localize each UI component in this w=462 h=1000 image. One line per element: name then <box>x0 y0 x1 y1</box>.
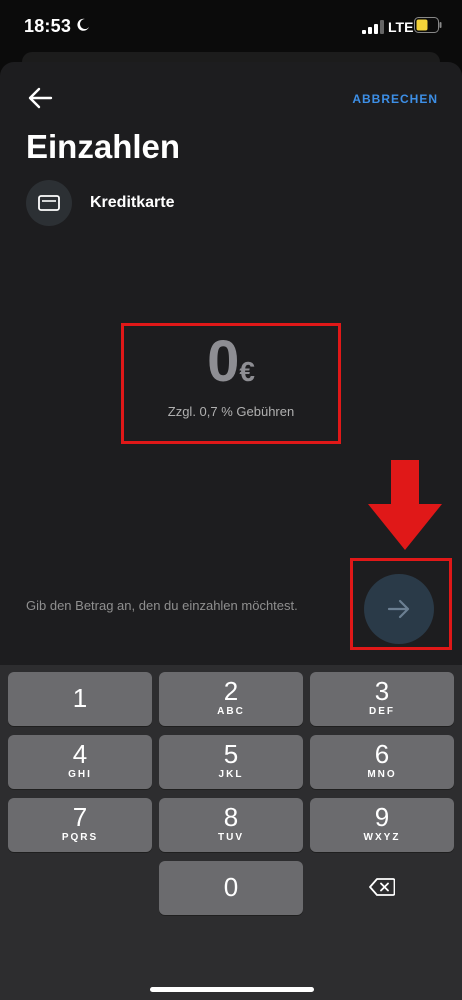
key-digit: 0 <box>223 872 239 902</box>
amount-value: 0 <box>207 329 240 394</box>
deposit-sheet: ABBRECHEN Einzahlen Kreditkarte 0€ Zzgl.… <box>0 62 462 1000</box>
key-9[interactable]: 9 WXYZ <box>310 798 454 852</box>
key-letters: JKL <box>218 769 244 780</box>
key-letters: WXYZ <box>363 832 401 843</box>
page-title: Einzahlen <box>26 128 181 165</box>
key-digit: 2 <box>223 676 239 706</box>
backspace-icon <box>369 878 395 896</box>
cancel-button[interactable]: ABBRECHEN <box>352 92 438 106</box>
amount-currency: € <box>239 356 255 387</box>
key-digit: 1 <box>72 683 88 713</box>
key-letters: GHI <box>68 769 92 780</box>
key-digit: 4 <box>72 739 88 769</box>
home-indicator <box>150 987 314 992</box>
red-arrow-annotation <box>368 460 442 550</box>
key-digit: 5 <box>223 739 239 769</box>
key-digit: 8 <box>223 802 239 832</box>
key-letters: TUV <box>218 832 244 843</box>
key-3[interactable]: 3 DEF <box>310 672 454 726</box>
key-digit: 3 <box>374 676 390 706</box>
status-bar: 18:53 LTE <box>0 0 462 56</box>
key-digit: 7 <box>72 802 88 832</box>
next-button[interactable] <box>364 574 434 644</box>
signal-icon <box>362 20 384 34</box>
key-7[interactable]: 7 PQRS <box>8 798 152 852</box>
moon-icon <box>77 18 89 31</box>
key-4[interactable]: 4 GHI <box>8 735 152 789</box>
key-6[interactable]: 6 MNO <box>310 735 454 789</box>
battery-icon <box>414 17 442 33</box>
credit-card-icon <box>38 195 60 211</box>
fee-note: Zzgl. 0,7 % Gebühren <box>167 404 295 419</box>
delete-key[interactable] <box>310 860 454 914</box>
key-letters: ABC <box>217 706 245 717</box>
payment-method-icon-wrap[interactable] <box>26 180 72 226</box>
key-digit: 6 <box>374 739 390 769</box>
network-label: LTE <box>388 19 414 35</box>
status-time: 18:53 <box>24 16 72 36</box>
key-1[interactable]: 1 <box>8 672 152 726</box>
key-5[interactable]: 5 JKL <box>159 735 303 789</box>
key-digit: 9 <box>374 802 390 832</box>
key-2[interactable]: 2 ABC <box>159 672 303 726</box>
back-arrow-icon[interactable] <box>26 84 54 112</box>
key-letters: MNO <box>367 769 397 780</box>
key-0[interactable]: 0 <box>159 861 303 915</box>
key-letters: PQRS <box>61 832 99 843</box>
arrow-right-icon <box>387 599 410 619</box>
key-letters: DEF <box>369 706 395 717</box>
key-8[interactable]: 8 TUV <box>159 798 303 852</box>
hint-text: Gib den Betrag an, den du einzahlen möch… <box>26 598 298 613</box>
numeric-keypad: 1 2 ABC 3 DEF 4 GHI 5 JKL 6 MNO 7 PQRS 8… <box>0 665 462 1000</box>
payment-method-label[interactable]: Kreditkarte <box>90 194 174 212</box>
amount-display: 0€ <box>0 330 462 394</box>
